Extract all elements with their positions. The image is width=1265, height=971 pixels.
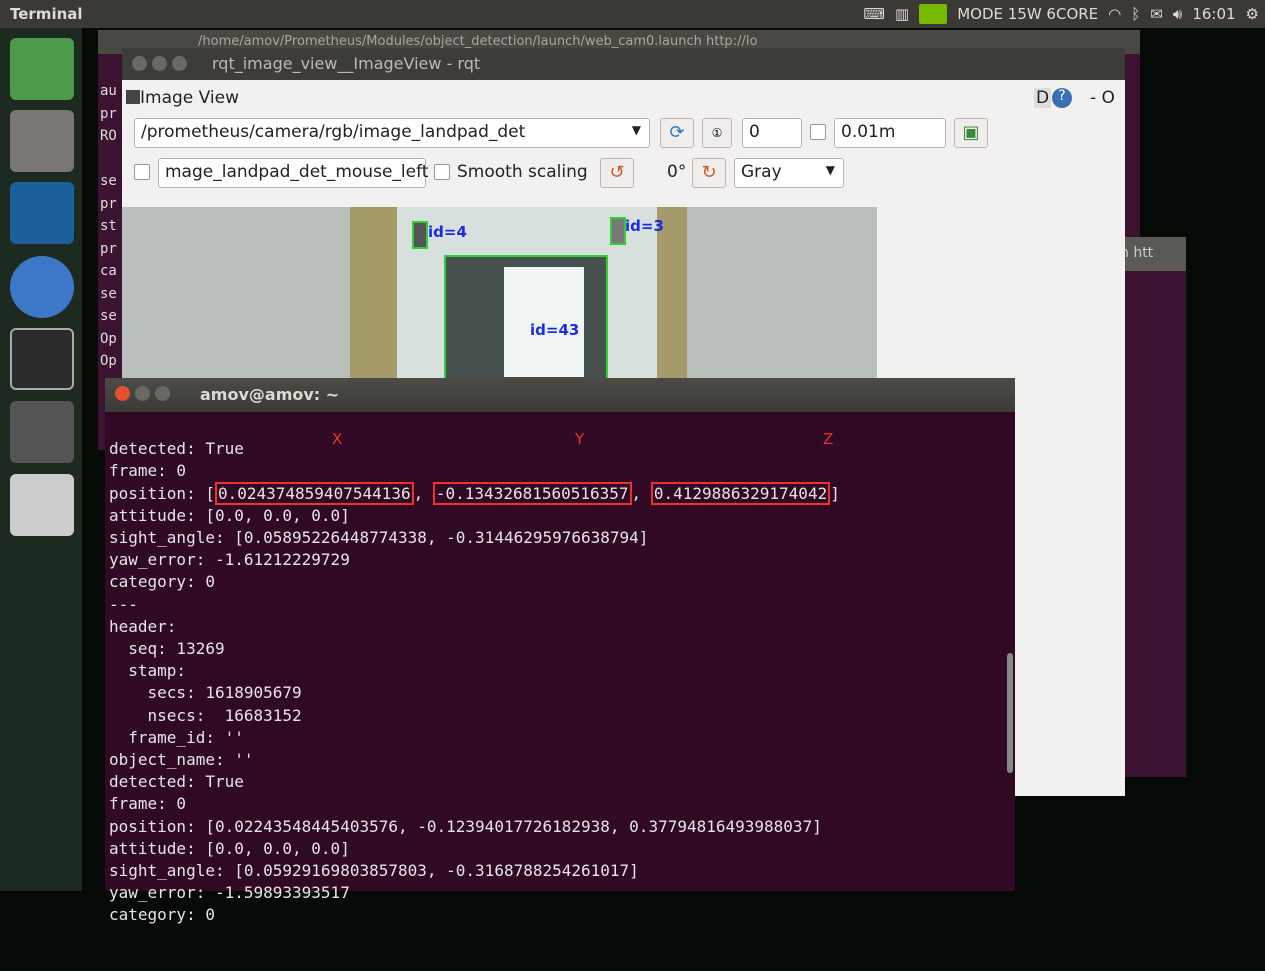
- help-icon[interactable]: ?: [1052, 88, 1072, 108]
- topic-dropdown[interactable]: /prometheus/camera/rgb/image_landpad_det…: [134, 118, 650, 148]
- mouse-publish-checkbox[interactable]: [134, 164, 150, 180]
- power-mode-label[interactable]: MODE 15W 6CORE: [957, 5, 1098, 23]
- camera-image[interactable]: id=4 id=3 id=43: [122, 207, 877, 387]
- plugin-title: Image View: [126, 88, 239, 108]
- spin-value: 0.01m: [841, 122, 896, 142]
- close-button[interactable]: [115, 386, 130, 401]
- keyboard-icon[interactable]: ⌨: [863, 5, 885, 23]
- marker-label: id=3: [625, 217, 664, 235]
- clock[interactable]: 16:01: [1192, 5, 1235, 23]
- save-image-button[interactable]: ▣: [954, 118, 988, 148]
- line: detected: True: [109, 772, 244, 792]
- max-range-spinbox[interactable]: 0.01m: [834, 118, 946, 148]
- workspace-icon[interactable]: [10, 401, 74, 463]
- dock-button[interactable]: D: [1034, 88, 1052, 108]
- line: yaw_error: -1.61212229729: [109, 550, 350, 570]
- topic-value: /prometheus/camera/rgb/image_landpad_det: [141, 122, 526, 142]
- smooth-scaling-label: Smooth scaling: [457, 162, 588, 182]
- position-z-highlight: 0.4129886329174042: [650, 481, 831, 505]
- bluetooth-icon[interactable]: ᛒ: [1131, 5, 1140, 23]
- line: category: 0: [109, 905, 215, 925]
- power-icon[interactable]: ⚙: [1246, 5, 1259, 23]
- rotation-label: 0°: [667, 162, 687, 182]
- position-x-highlight: 0.024374859407544136: [214, 481, 414, 505]
- line: category: 0: [109, 572, 215, 592]
- files-icon[interactable]: [10, 110, 74, 172]
- launcher: [0, 28, 82, 891]
- spin-value: 0: [749, 122, 760, 142]
- drive-icon[interactable]: [10, 474, 74, 536]
- vscode-icon[interactable]: [10, 182, 74, 244]
- mail-icon[interactable]: ✉: [1150, 5, 1163, 23]
- smooth-scaling-checkbox[interactable]: [434, 164, 450, 180]
- minimize-button[interactable]: [135, 386, 150, 401]
- top-panel: Terminal ⌨ ▥ MODE 15W 6CORE ◠ ᛒ ✉ 🔊︎ 16:…: [0, 0, 1265, 28]
- close-button[interactable]: [132, 56, 147, 71]
- line: sight_angle: [0.05895226448774338, -0.31…: [109, 528, 649, 548]
- line: stamp:: [109, 661, 187, 681]
- line: position: [0.02243548445403576, -0.12394…: [109, 816, 822, 836]
- mem-indicator-icon[interactable]: ▥: [895, 5, 909, 23]
- line: seq: 13269: [109, 639, 225, 659]
- marker-3: [610, 217, 626, 245]
- position-prefix: position: [: [109, 483, 215, 503]
- title-bar: amov@amov: ~: [105, 378, 1015, 412]
- line: secs: 1618905679: [109, 683, 302, 703]
- minimize-button[interactable]: [152, 56, 167, 71]
- active-app-title: Terminal: [10, 5, 83, 23]
- landpad-marker: [444, 255, 608, 387]
- marker-label: id=43: [530, 321, 580, 339]
- image-region: [350, 207, 400, 387]
- rotate-left-button[interactable]: ↺: [600, 158, 634, 188]
- terminal-window[interactable]: amov@amov: ~ X Y Z detected: True frame: …: [105, 378, 1015, 924]
- terminal-icon[interactable]: [10, 328, 74, 390]
- wifi-icon[interactable]: ◠: [1108, 5, 1121, 23]
- colormap-dropdown[interactable]: Gray ▼: [734, 158, 844, 188]
- position-line: position: [0.024374859407544136, -0.1343…: [109, 481, 840, 505]
- refresh-button[interactable]: ⟳: [660, 118, 694, 148]
- colormap-value: Gray: [741, 162, 782, 182]
- line: frame: 0: [109, 461, 187, 481]
- line: detected: True: [109, 439, 244, 459]
- terminal-output: detected: True frame: 0 position: [0.02437…: [109, 416, 840, 971]
- maximize-button[interactable]: [172, 56, 187, 71]
- mouse-topic-input[interactable]: mage_landpad_det_mouse_left: [158, 158, 429, 188]
- line: header:: [109, 616, 177, 636]
- zoom-1-button[interactable]: ①: [702, 118, 732, 148]
- chromium-icon[interactable]: [10, 256, 74, 318]
- chevron-down-icon: ▼: [631, 123, 641, 137]
- title-bar: rqt_image_view__ImageView - rqt: [122, 48, 1125, 80]
- line: frame: 0: [109, 794, 187, 814]
- number-spinbox[interactable]: 0: [742, 118, 802, 148]
- marker-label: id=4: [428, 223, 467, 241]
- line: attitude: [0.0, 0.0, 0.0]: [109, 838, 350, 858]
- ubuntu-dash-icon[interactable]: [10, 38, 74, 100]
- line: nsecs: 16683152: [109, 705, 302, 725]
- plugin-title-text: Image View: [140, 88, 239, 108]
- rotate-right-button[interactable]: ↻: [692, 158, 726, 188]
- position-y-highlight: -0.13432681560516357: [432, 481, 632, 505]
- window-title: rqt_image_view__ImageView - rqt: [212, 54, 481, 73]
- scrollbar[interactable]: [1007, 653, 1013, 773]
- marker-4: [412, 221, 428, 249]
- line: attitude: [0.0, 0.0, 0.0]: [109, 505, 350, 525]
- line: sight_angle: [0.05929169803857803, -0.31…: [109, 861, 639, 881]
- line: frame_id: '': [109, 727, 244, 747]
- mouse-topic-value: mage_landpad_det_mouse_left: [165, 162, 429, 182]
- volume-icon[interactable]: 🔊︎: [1173, 5, 1182, 23]
- window-title: amov@amov: ~: [200, 385, 340, 404]
- line: ---: [109, 594, 138, 614]
- chevron-down-icon: ▼: [825, 163, 835, 177]
- nvidia-icon[interactable]: [919, 4, 948, 24]
- plugin-icon: [126, 90, 140, 104]
- line: yaw_error: -1.59893393517: [109, 883, 350, 903]
- line: object_name: '': [109, 750, 254, 770]
- minimize-close-plugin[interactable]: - O: [1090, 88, 1115, 108]
- dynamic-range-checkbox[interactable]: [810, 124, 826, 140]
- maximize-button[interactable]: [155, 386, 170, 401]
